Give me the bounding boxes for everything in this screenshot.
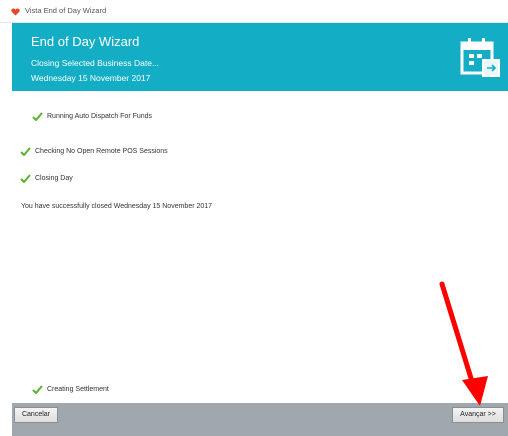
checkmark-icon xyxy=(32,385,43,394)
wizard-header-banner: End of Day Wizard Closing Selected Busin… xyxy=(12,23,508,91)
step-item: Creating Settlement xyxy=(32,385,109,394)
checkmark-icon xyxy=(20,147,31,156)
step-item: Closing Day xyxy=(20,174,73,183)
step-item: Running Auto Dispatch For Funds xyxy=(32,112,152,121)
step-item: Checking No Open Remote POS Sessions xyxy=(20,147,168,156)
window-title: Vista End of Day Wizard xyxy=(25,6,107,15)
checkmark-icon xyxy=(20,174,31,183)
step-label: Closing Day xyxy=(35,175,73,182)
success-message: You have successfully closed Wednesday 1… xyxy=(21,203,213,210)
step-label: Running Auto Dispatch For Funds xyxy=(47,113,153,120)
checkmark-icon xyxy=(32,112,43,121)
red-arrow-icon xyxy=(439,281,488,406)
step-label: Checking No Open Remote POS Sessions xyxy=(35,148,168,155)
wizard-title: End of Day Wizard xyxy=(31,34,140,49)
calendar-icon xyxy=(460,38,500,77)
business-date: Wednesday 15 November 2017 xyxy=(31,73,151,83)
step-label: Creating Settlement xyxy=(47,386,109,393)
wizard-subtitle: Closing Selected Business Date... xyxy=(31,58,160,68)
window-left-edge xyxy=(0,23,12,436)
title-bar: Vista End of Day Wizard xyxy=(0,0,508,23)
wizard-window: Vista End of Day Wizard End of Day Wizar… xyxy=(0,0,508,436)
cancel-button[interactable]: Cancelar xyxy=(14,407,58,423)
heart-app-icon xyxy=(11,8,20,16)
